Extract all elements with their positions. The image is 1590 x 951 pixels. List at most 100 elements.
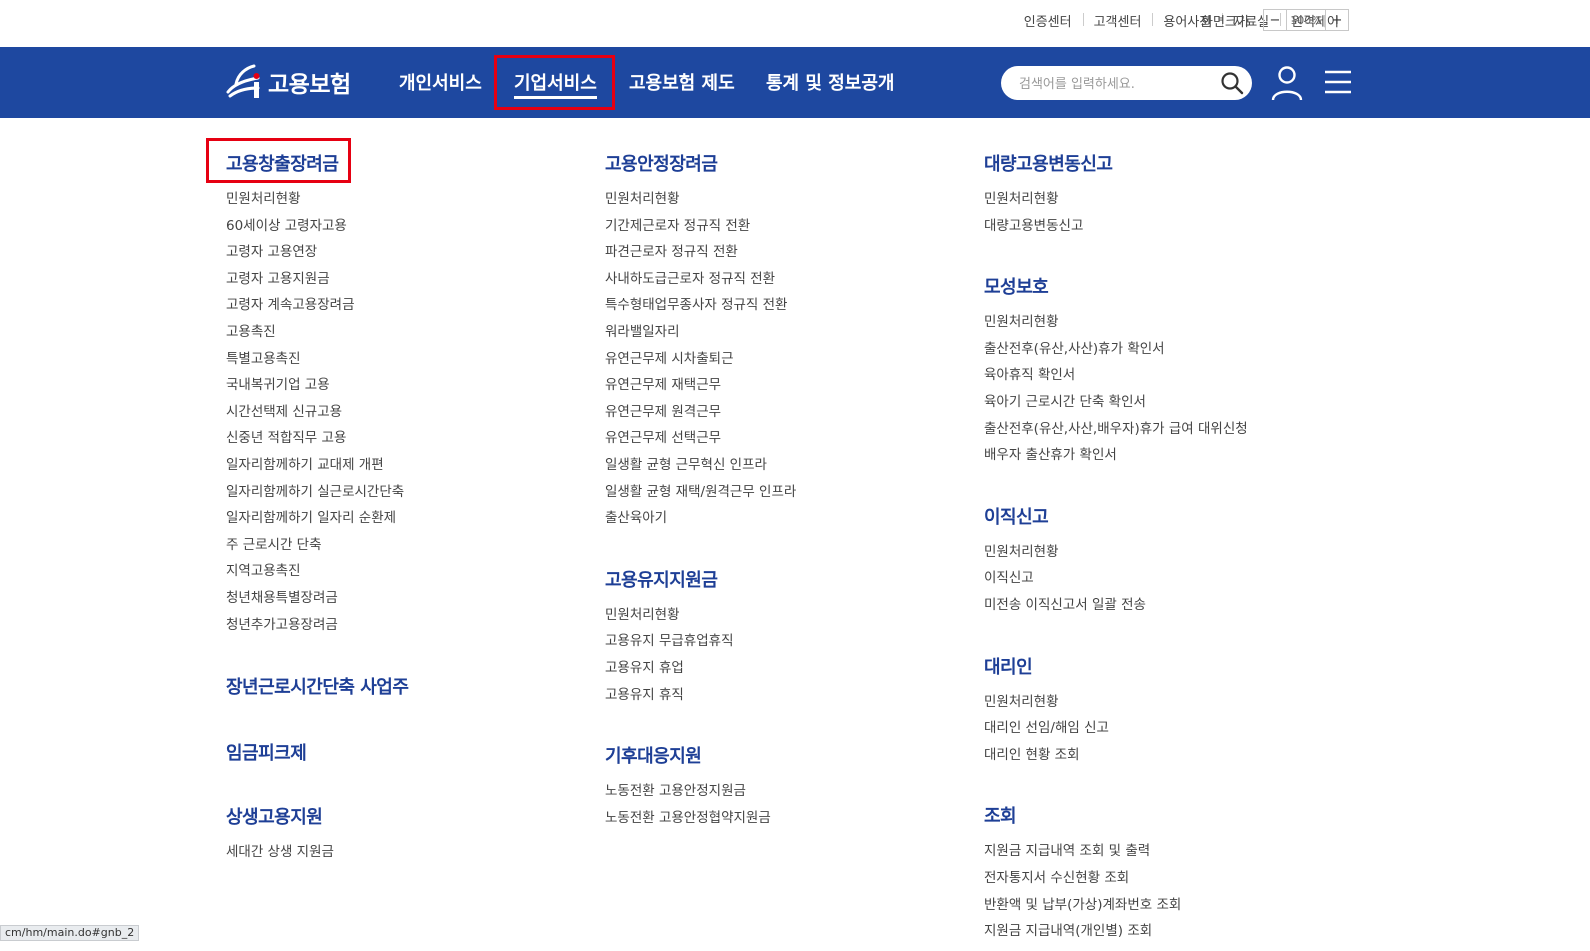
list-item[interactable]: 60세이상 고령자고용 xyxy=(226,213,408,240)
list-item[interactable]: 민원처리현황 xyxy=(226,186,408,213)
list-item[interactable]: 기간제근로자 정규직 전환 xyxy=(605,213,796,240)
list-item[interactable]: 세대간 상생 지원금 xyxy=(226,839,408,866)
list-item[interactable]: 지원금 지급내역 조회 및 출력 xyxy=(984,838,1248,865)
group-title[interactable]: 이직신고 xyxy=(984,503,1248,529)
menu-group-wage-peak: 임금피크제 xyxy=(226,739,408,765)
global-nav-bar: 고용보험 개인서비스 기업서비스 고용보험 제도 통계 및 정보공개 xyxy=(0,47,1590,118)
menu-personal-services[interactable]: 개인서비스 xyxy=(399,69,482,95)
list-item[interactable]: 국내복귀기업 고용 xyxy=(226,372,408,399)
group-title[interactable]: 조회 xyxy=(984,802,1248,828)
zoom-value: 100% xyxy=(1286,10,1326,30)
list-item[interactable]: 유연근무제 재택근무 xyxy=(605,372,796,399)
list-item[interactable]: 노동전환 고용안정협약지원금 xyxy=(605,805,796,832)
group-title[interactable]: 대리인 xyxy=(984,653,1248,679)
list-item[interactable]: 주 근로시간 단축 xyxy=(226,532,408,559)
list-item[interactable]: 특별고용촉진 xyxy=(226,346,408,373)
list-item[interactable]: 신중년 적합직무 고용 xyxy=(226,425,408,452)
status-bar-url: cm/hm/main.do#gnb_2 xyxy=(0,925,140,941)
list-item[interactable]: 고용유지 휴직 xyxy=(605,682,796,709)
search-box xyxy=(1001,66,1252,100)
list-item[interactable]: 민원처리현황 xyxy=(984,689,1248,716)
search-input[interactable] xyxy=(1017,73,1211,95)
list-item[interactable]: 고령자 고용지원금 xyxy=(226,266,408,293)
util-link-customer-center[interactable]: 고객센터 xyxy=(1082,11,1153,30)
menu-group-senior-hours: 장년근로시간단축 사업주 xyxy=(226,673,409,699)
zoom-out-button[interactable]: − xyxy=(1264,10,1286,30)
list-item[interactable]: 유연근무제 원격근무 xyxy=(605,399,796,426)
list-item[interactable]: 민원처리현황 xyxy=(984,186,1248,213)
zoom-label: 화면크기 xyxy=(1201,15,1249,30)
list-item[interactable]: 일자리함께하기 실근로시간단축 xyxy=(226,479,408,506)
list-item[interactable]: 고용촉진 xyxy=(226,319,408,346)
list-item[interactable]: 민원처리현황 xyxy=(605,602,796,629)
list-item[interactable]: 민원처리현황 xyxy=(984,309,1248,336)
list-item[interactable]: 워라밸일자리 xyxy=(605,319,796,346)
list-item[interactable]: 고용유지 휴업 xyxy=(605,655,796,682)
user-icon[interactable] xyxy=(1270,65,1304,101)
group-title[interactable]: 고용안정장려금 xyxy=(605,150,796,176)
list-item[interactable]: 노동전환 고용안정지원금 xyxy=(605,778,796,805)
list-item[interactable]: 유연근무제 선택근무 xyxy=(605,425,796,452)
search-icon[interactable] xyxy=(1220,71,1244,95)
list-item[interactable]: 미전송 이직신고서 일괄 전송 xyxy=(984,592,1248,619)
list-item[interactable]: 이직신고 xyxy=(984,565,1248,592)
highlight-box-menu xyxy=(494,55,615,110)
list-item[interactable]: 일자리함께하기 일자리 순환제 xyxy=(226,505,408,532)
menu-group-mass-employment-change: 대량고용변동신고 민원처리현황 대량고용변동신고 xyxy=(984,150,1248,239)
list-item[interactable]: 유연근무제 시차출퇴근 xyxy=(605,346,796,373)
menu-group-maternity-protection: 모성보호 민원처리현황 출산전후(유산,사산)휴가 확인서 육아휴직 확인서 육… xyxy=(984,273,1248,469)
group-title[interactable]: 임금피크제 xyxy=(226,739,408,765)
list-item[interactable]: 출산육아기 xyxy=(605,505,796,532)
list-item[interactable]: 전자통지서 수신현황 조회 xyxy=(984,865,1248,892)
list-item[interactable]: 고령자 계속고용장려금 xyxy=(226,292,408,319)
group-title[interactable]: 고용유지지원금 xyxy=(605,566,796,592)
list-item[interactable]: 육아기 근로시간 단축 확인서 xyxy=(984,389,1248,416)
group-title[interactable]: 장년근로시간단축 사업주 xyxy=(226,673,409,699)
list-item[interactable]: 지역고용촉진 xyxy=(226,558,408,585)
list-item[interactable]: 일생활 균형 재택/원격근무 인프라 xyxy=(605,479,796,506)
group-title[interactable]: 모성보호 xyxy=(984,273,1248,299)
list-item[interactable]: 특수형태업무종사자 정규직 전환 xyxy=(605,292,796,319)
zoom-in-button[interactable]: + xyxy=(1326,10,1348,30)
list-item[interactable]: 일자리함께하기 교대제 개편 xyxy=(226,452,408,479)
list-item[interactable]: 고령자 고용연장 xyxy=(226,239,408,266)
list-item[interactable]: 민원처리현황 xyxy=(984,539,1248,566)
hamburger-menu-icon[interactable] xyxy=(1324,69,1352,95)
menu-column-2: 고용안정장려금 민원처리현황 기간제근로자 정규직 전환 파견근로자 정규직 전… xyxy=(605,150,796,831)
logo-icon xyxy=(226,64,260,98)
utility-bar: 인증센터 고객센터 용어사전 자료실 원격제어 화면크기 − 100% + xyxy=(0,0,1590,47)
list-item[interactable]: 민원처리현황 xyxy=(605,186,796,213)
list-item[interactable]: 대량고용변동신고 xyxy=(984,213,1248,240)
list-item[interactable]: 육아휴직 확인서 xyxy=(984,362,1248,389)
list-item[interactable]: 시간선택제 신규고용 xyxy=(226,399,408,426)
list-item[interactable]: 청년채용특별장려금 xyxy=(226,585,408,612)
menu-group-agent: 대리인 민원처리현황 대리인 선임/해임 신고 대리인 현황 조회 xyxy=(984,653,1248,769)
menu-group-coexistence: 상생고용지원 세대간 상생 지원금 xyxy=(226,803,408,866)
list-item[interactable]: 지원금 지급내역(개인별) 조회 xyxy=(984,918,1248,945)
list-item[interactable]: 고용유지 무급휴업휴직 xyxy=(605,628,796,655)
group-title[interactable]: 상생고용지원 xyxy=(226,803,408,829)
highlight-box-title xyxy=(206,138,351,183)
menu-statistics[interactable]: 통계 및 정보공개 xyxy=(766,69,894,95)
menu-group-employment-stability: 고용안정장려금 민원처리현황 기간제근로자 정규직 전환 파견근로자 정규직 전… xyxy=(605,150,796,532)
list-item[interactable]: 청년추가고용장려금 xyxy=(226,612,408,639)
list-item[interactable]: 출산전후(유산,사산,배우자)휴가 급여 대위신청 xyxy=(984,416,1248,443)
list-item[interactable]: 대리인 현황 조회 xyxy=(984,742,1248,769)
list-item[interactable]: 파견근로자 정규직 전환 xyxy=(605,239,796,266)
list-item[interactable]: 대리인 선임/해임 신고 xyxy=(984,715,1248,742)
util-link-auth-center[interactable]: 인증센터 xyxy=(1013,11,1083,30)
site-logo[interactable]: 고용보험 xyxy=(224,57,351,107)
list-item[interactable]: 배우자 출산휴가 확인서 xyxy=(984,442,1248,469)
menu-column-1: 고용창출장려금 민원처리현황 60세이상 고령자고용 고령자 고용연장 고령자 … xyxy=(226,150,409,866)
list-item[interactable]: 사내하도급근로자 정규직 전환 xyxy=(605,266,796,293)
menu-insurance-system[interactable]: 고용보험 제도 xyxy=(629,69,735,95)
menu-group-inquiry: 조회 지원금 지급내역 조회 및 출력 전자통지서 수신현황 조회 반환액 및 … xyxy=(984,802,1248,944)
logo-text: 고용보험 xyxy=(268,72,351,98)
menu-group-turnover-report: 이직신고 민원처리현황 이직신고 미전송 이직신고서 일괄 전송 xyxy=(984,503,1248,619)
menu-group-employment-creation: 고용창출장려금 민원처리현황 60세이상 고령자고용 고령자 고용연장 고령자 … xyxy=(226,150,408,638)
list-item[interactable]: 반환액 및 납부(가상)계좌번호 조회 xyxy=(984,892,1248,919)
group-title[interactable]: 기후대응지원 xyxy=(605,742,796,768)
list-item[interactable]: 일생활 균형 근무혁신 인프라 xyxy=(605,452,796,479)
list-item[interactable]: 출산전후(유산,사산)휴가 확인서 xyxy=(984,336,1248,363)
group-title[interactable]: 대량고용변동신고 xyxy=(984,150,1248,176)
